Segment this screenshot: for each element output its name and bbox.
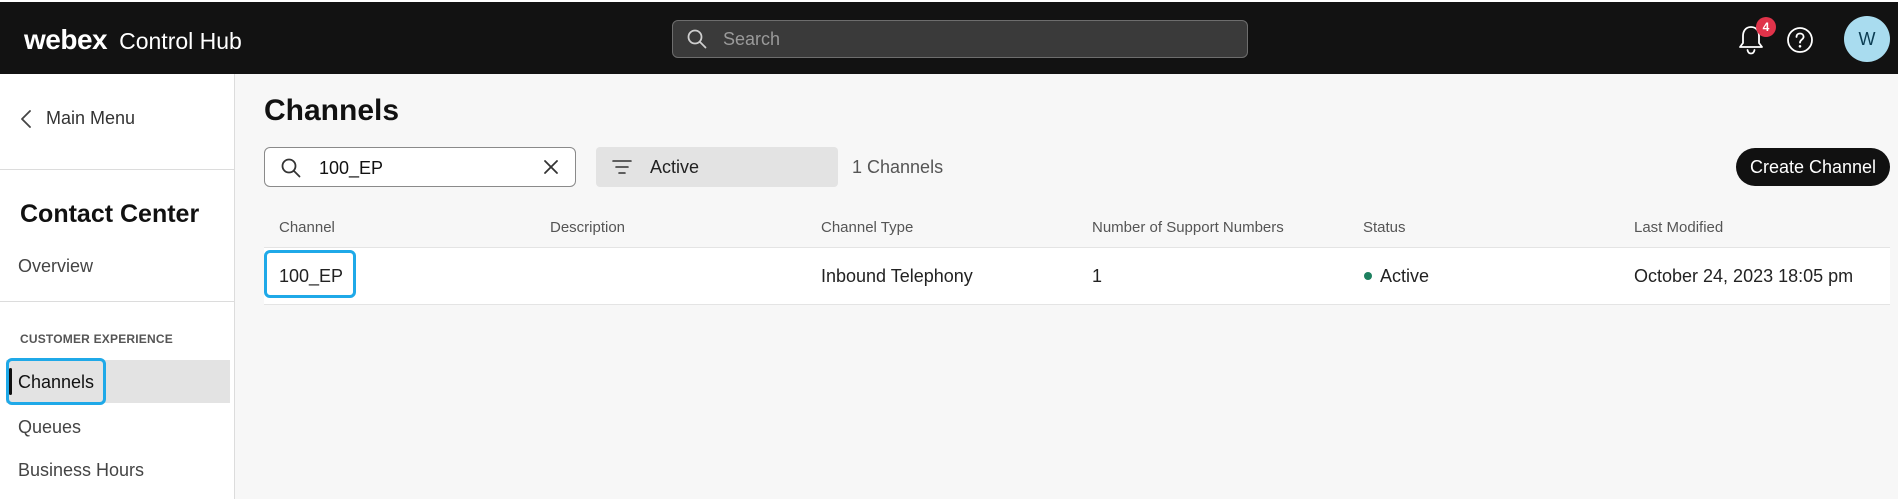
webex-logo: webex — [24, 24, 108, 55]
help-icon[interactable] — [1786, 26, 1814, 54]
selected-indicator — [9, 368, 12, 395]
filter-icon — [612, 160, 632, 174]
sidebar-item-label: Channels — [18, 372, 95, 392]
cell-status: Active — [1380, 266, 1430, 286]
global-search-input[interactable] — [721, 27, 1205, 51]
status-filter-dropdown[interactable]: Active — [596, 147, 838, 187]
cell-channel-link[interactable]: 100_EP — [279, 266, 343, 287]
sidebar-item-queues[interactable]: Queues — [18, 417, 81, 438]
sidebar-item-business-hours[interactable]: Business Hours — [18, 460, 144, 481]
top-bar: webex Control Hub 4 W — [0, 0, 1898, 74]
cell-support-numbers: 1 — [1092, 266, 1103, 286]
channel-search-value[interactable]: 100_EP — [319, 158, 383, 179]
main-menu-link[interactable]: Main Menu — [20, 108, 135, 129]
status-filter-value: Active — [650, 157, 700, 177]
avatar[interactable]: W — [1844, 16, 1890, 62]
cell-channel-type: Inbound Telephony — [821, 266, 973, 286]
column-header-channel-type[interactable]: Channel Type — [821, 219, 913, 236]
main-menu-label: Main Menu — [46, 108, 136, 128]
divider — [0, 169, 234, 170]
channel-search-field[interactable]: 100_EP — [264, 147, 576, 187]
chevron-left-icon — [21, 109, 31, 128]
global-search[interactable] — [672, 20, 1248, 58]
column-header-status[interactable]: Status — [1363, 219, 1406, 236]
status-dot-icon — [1364, 272, 1372, 280]
column-header-channel[interactable]: Channel — [279, 219, 335, 236]
brand[interactable]: webex Control Hub — [24, 24, 242, 56]
search-icon — [687, 29, 707, 49]
notification-badge: 4 — [1756, 17, 1776, 37]
column-header-description[interactable]: Description — [550, 219, 625, 236]
column-header-last-modified[interactable]: Last Modified — [1634, 219, 1723, 236]
column-header-support-numbers[interactable]: Number of Support Numbers — [1092, 219, 1284, 236]
close-icon[interactable] — [543, 159, 559, 175]
sidebar-item-channels[interactable]: Channels — [6, 358, 230, 405]
cell-last-modified: October 24, 2023 18:05 pm — [1634, 266, 1854, 286]
sidebar-item-overview[interactable]: Overview — [18, 256, 93, 277]
sidebar: Main Menu Contact Center Overview CUSTOM… — [0, 74, 235, 499]
divider — [0, 301, 234, 302]
page-title: Channels — [264, 94, 400, 127]
sidebar-title: Contact Center — [20, 200, 200, 228]
create-channel-button[interactable]: Create Channel — [1736, 148, 1890, 186]
result-count: 1 Channels — [852, 157, 944, 177]
section-label: CUSTOMER EXPERIENCE — [20, 332, 173, 346]
search-icon — [281, 158, 301, 178]
product-name: Control Hub — [119, 28, 242, 54]
